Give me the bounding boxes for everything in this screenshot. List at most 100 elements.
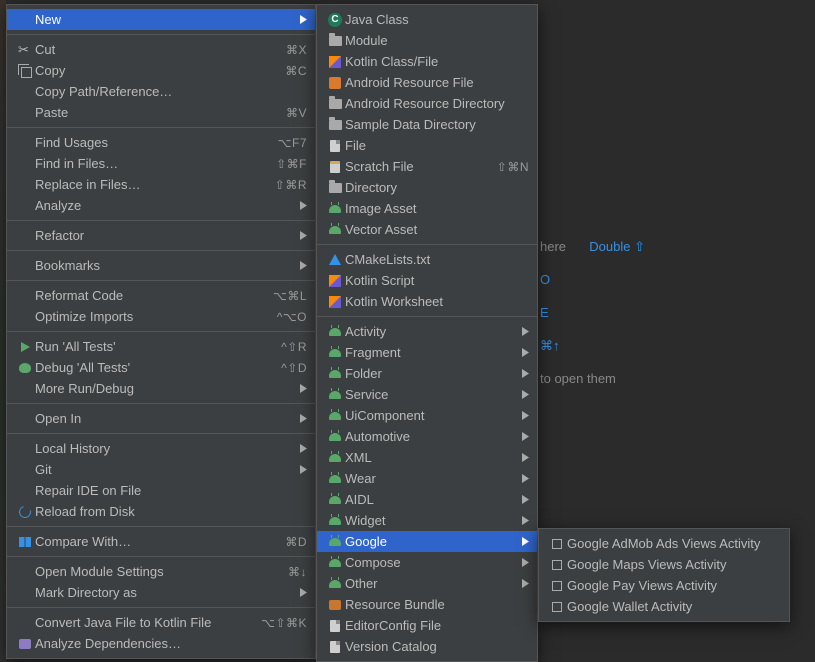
separator xyxy=(7,433,315,434)
new-xml[interactable]: XML xyxy=(317,447,537,468)
android-icon xyxy=(325,538,345,546)
ctx-refactor[interactable]: Refactor xyxy=(7,225,315,246)
new-kotlin-class-file[interactable]: Kotlin Class/File xyxy=(317,51,537,72)
menu-item-shortcut: ⇧⌘N xyxy=(487,160,529,174)
android-icon xyxy=(325,412,345,420)
new-cmakelists-txt[interactable]: CMakeLists.txt xyxy=(317,249,537,270)
ctx-run-all-tests[interactable]: Run 'All Tests'^⇧R xyxy=(7,336,315,357)
ctx-find-in-files[interactable]: Find in Files…⇧⌘F xyxy=(7,153,315,174)
new-vector-asset[interactable]: Vector Asset xyxy=(317,219,537,240)
menu-item-shortcut: ⇧⌘F xyxy=(266,157,307,171)
chevron-right-icon xyxy=(515,387,529,402)
new-directory[interactable]: Directory xyxy=(317,177,537,198)
google-google-pay-views-activity[interactable]: Google Pay Views Activity xyxy=(539,575,789,596)
new-automotive[interactable]: Automotive xyxy=(317,426,537,447)
new-compose[interactable]: Compose xyxy=(317,552,537,573)
new-google[interactable]: Google xyxy=(317,531,537,552)
new-java-class[interactable]: CJava Class xyxy=(317,9,537,30)
menu-item-label: Resource Bundle xyxy=(345,597,515,612)
ctx-analyze[interactable]: Analyze xyxy=(7,195,315,216)
ctx-find-usages[interactable]: Find Usages⌥F7 xyxy=(7,132,315,153)
new-uicomponent[interactable]: UiComponent xyxy=(317,405,537,426)
compare-icon xyxy=(15,537,35,547)
menu-item-label: Service xyxy=(345,387,515,402)
ctx-open-in[interactable]: Open In xyxy=(7,408,315,429)
google-google-wallet-activity[interactable]: Google Wallet Activity xyxy=(539,596,789,617)
ctx-optimize-imports[interactable]: Optimize Imports^⌥O xyxy=(7,306,315,327)
menu-item-label: EditorConfig File xyxy=(345,618,515,633)
kotlin-icon xyxy=(325,296,345,308)
new-file[interactable]: File xyxy=(317,135,537,156)
menu-item-label: Sample Data Directory xyxy=(345,117,515,132)
new-activity[interactable]: Activity xyxy=(317,321,537,342)
new-kotlin-worksheet[interactable]: Kotlin Worksheet xyxy=(317,291,537,312)
ctx-local-history[interactable]: Local History xyxy=(7,438,315,459)
menu-item-shortcut: ⌘C xyxy=(275,64,307,78)
menu-item-label: Open Module Settings xyxy=(35,564,278,579)
new-version-catalog[interactable]: Version Catalog xyxy=(317,636,537,657)
menu-item-label: Android Resource Directory xyxy=(345,96,515,111)
new-module[interactable]: Module xyxy=(317,30,537,51)
new-android-resource-file[interactable]: Android Resource File xyxy=(317,72,537,93)
chevron-right-icon xyxy=(293,462,307,477)
google-google-admob-ads-views-activity[interactable]: Google AdMob Ads Views Activity xyxy=(539,533,789,554)
bug-icon xyxy=(15,363,35,373)
chevron-right-icon xyxy=(293,258,307,273)
ctx-reformat-code[interactable]: Reformat Code⌥⌘L xyxy=(7,285,315,306)
new-widget[interactable]: Widget xyxy=(317,510,537,531)
ctx-convert-java-file-to-kotlin-file[interactable]: Convert Java File to Kotlin File⌥⇧⌘K xyxy=(7,612,315,633)
ctx-copy-path-reference[interactable]: Copy Path/Reference… xyxy=(7,81,315,102)
new-service[interactable]: Service xyxy=(317,384,537,405)
google-google-maps-views-activity[interactable]: Google Maps Views Activity xyxy=(539,554,789,575)
android-icon xyxy=(325,205,345,213)
menu-item-label: More Run/Debug xyxy=(35,381,293,396)
chevron-right-icon xyxy=(293,12,307,27)
ctx-analyze-dependencies[interactable]: Analyze Dependencies… xyxy=(7,633,315,654)
ctx-cut[interactable]: ✂Cut⌘X xyxy=(7,39,315,60)
ctx-copy[interactable]: Copy⌘C xyxy=(7,60,315,81)
menu-item-shortcut: ⌘D xyxy=(275,535,307,549)
chevron-right-icon xyxy=(293,411,307,426)
ctx-new[interactable]: New xyxy=(7,9,315,30)
new-other[interactable]: Other xyxy=(317,573,537,594)
chevron-right-icon xyxy=(515,429,529,444)
new-resource-bundle[interactable]: Resource Bundle xyxy=(317,594,537,615)
menu-item-label: Kotlin Worksheet xyxy=(345,294,515,309)
ctx-debug-all-tests[interactable]: Debug 'All Tests'^⇧D xyxy=(7,357,315,378)
menu-item-label: Repair IDE on File xyxy=(35,483,293,498)
ctx-open-module-settings[interactable]: Open Module Settings⌘↓ xyxy=(7,561,315,582)
menu-item-label: Git xyxy=(35,462,293,477)
new-sample-data-directory[interactable]: Sample Data Directory xyxy=(317,114,537,135)
ctx-bookmarks[interactable]: Bookmarks xyxy=(7,255,315,276)
ctx-repair-ide-on-file[interactable]: Repair IDE on File xyxy=(7,480,315,501)
new-android-resource-directory[interactable]: Android Resource Directory xyxy=(317,93,537,114)
android-icon xyxy=(325,517,345,525)
ctx-reload-from-disk[interactable]: Reload from Disk xyxy=(7,501,315,522)
ctx-git[interactable]: Git xyxy=(7,459,315,480)
new-editorconfig-file[interactable]: EditorConfig File xyxy=(317,615,537,636)
chevron-right-icon xyxy=(293,198,307,213)
new-fragment[interactable]: Fragment xyxy=(317,342,537,363)
chevron-right-icon xyxy=(293,585,307,600)
menu-item-label: Copy xyxy=(35,63,275,78)
menu-item-label: CMakeLists.txt xyxy=(345,252,515,267)
ctx-more-run-debug[interactable]: More Run/Debug xyxy=(7,378,315,399)
ctx-paste[interactable]: Paste⌘V xyxy=(7,102,315,123)
new-folder[interactable]: Folder xyxy=(317,363,537,384)
new-image-asset[interactable]: Image Asset xyxy=(317,198,537,219)
menu-item-label: Android Resource File xyxy=(345,75,515,90)
scratch-icon xyxy=(325,161,345,173)
ctx-compare-with[interactable]: Compare With…⌘D xyxy=(7,531,315,552)
kotlin-icon xyxy=(325,275,345,287)
new-aidl[interactable]: AIDL xyxy=(317,489,537,510)
new-wear[interactable]: Wear xyxy=(317,468,537,489)
menu-item-shortcut: ⌘V xyxy=(276,106,307,120)
ctx-replace-in-files[interactable]: Replace in Files…⇧⌘R xyxy=(7,174,315,195)
folder-icon xyxy=(325,36,345,46)
new-scratch-file[interactable]: Scratch File⇧⌘N xyxy=(317,156,537,177)
new-kotlin-script[interactable]: Kotlin Script xyxy=(317,270,537,291)
menu-item-label: Find in Files… xyxy=(35,156,266,171)
ctx-mark-directory-as[interactable]: Mark Directory as xyxy=(7,582,315,603)
menu-item-label: Google Wallet Activity xyxy=(567,599,767,614)
square-icon xyxy=(547,539,567,549)
